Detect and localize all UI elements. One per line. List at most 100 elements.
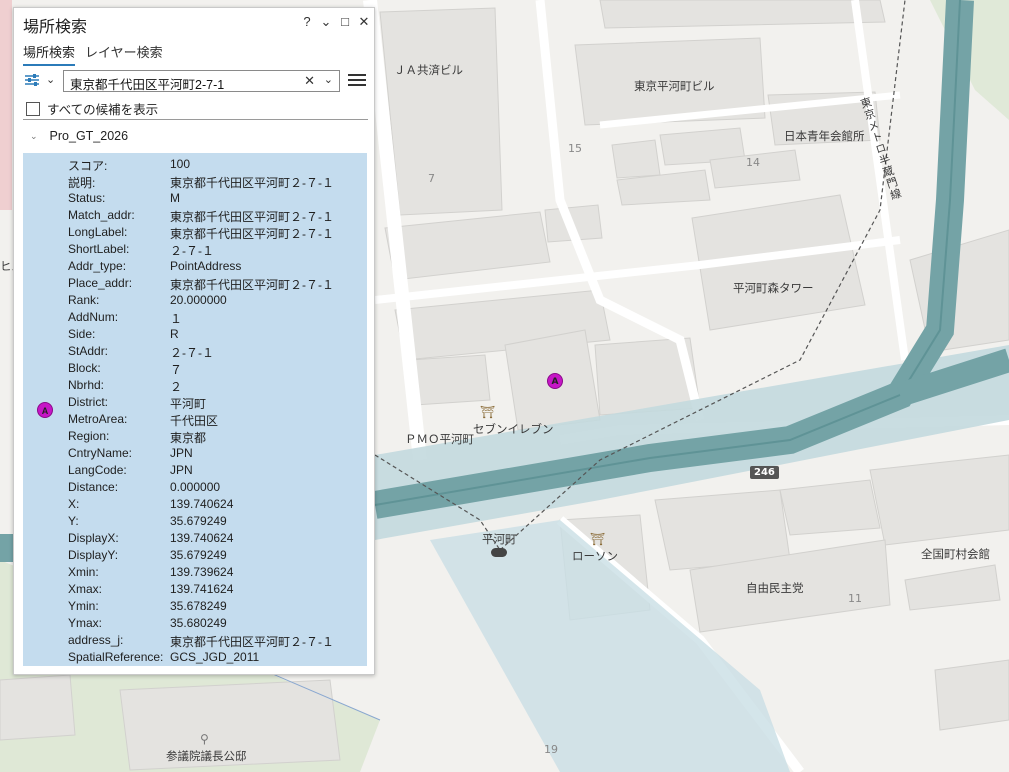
attribute-name: Block:	[68, 361, 101, 375]
attribute-name: Y:	[68, 514, 79, 528]
convenience-store-icon: ⛩	[480, 405, 496, 419]
attribute-value: 東京都	[170, 431, 207, 445]
attribute-name: X:	[68, 497, 80, 511]
maximize-button[interactable]: □	[339, 14, 351, 30]
pane-controls: ? ⌄ □ ✕	[301, 14, 370, 30]
map-label-mori-tower: 平河町森タワー	[733, 281, 814, 295]
map-block-number: 15	[568, 142, 582, 155]
attribute-value: 139.739624	[170, 565, 234, 579]
attribute-value: 35.678249	[170, 599, 227, 613]
clear-search-button[interactable]: ✕	[304, 73, 315, 89]
attribute-value: １	[170, 312, 183, 326]
result-location-pin[interactable]: A	[547, 373, 563, 389]
attribute-name: CntryName:	[68, 446, 133, 460]
map-label-tokyo-hirakawacho-building: 東京平河町ビル	[634, 79, 715, 93]
search-input-value: 東京都千代田区平河町2-7-1	[70, 78, 225, 92]
route-shield: 246	[750, 466, 779, 479]
map-label-hirakawacho-station: 平河町	[482, 532, 517, 546]
attribute-name: MetroArea:	[68, 412, 128, 426]
attribute-name: LangCode:	[68, 463, 127, 477]
map-label-jiminto: 自由民主党	[746, 581, 804, 595]
attribute-value: 千代田区	[170, 414, 219, 428]
search-row: ⌄ 東京都千代田区平河町2-7-1 ✕ ⌄	[23, 69, 368, 95]
map-label-zenkoku: 全国町村会館	[921, 547, 990, 561]
locator-settings-button[interactable]: ⌄	[23, 72, 59, 92]
attribute-value: 東京都千代田区平河町２-７-１	[170, 635, 334, 649]
attribute-name: DisplayX:	[68, 531, 119, 545]
locator-group-header[interactable]: ⌄ Pro_GT_2026	[30, 129, 128, 143]
attribute-name: Place_addr:	[68, 276, 133, 290]
station-icon	[491, 548, 507, 557]
convenience-store-icon: ⛩	[590, 532, 606, 546]
attribute-name: Distance:	[68, 480, 119, 494]
map-label-pmo: ＰＭＯ平河町	[405, 432, 474, 446]
options-button[interactable]: ⌄	[320, 14, 332, 30]
search-history-dropdown[interactable]: ⌄	[324, 73, 333, 86]
attribute-value: 20.000000	[170, 293, 227, 307]
residence-icon: ⚲	[200, 732, 209, 746]
close-button[interactable]: ✕	[358, 14, 370, 30]
hamburger-menu-button[interactable]	[348, 71, 366, 91]
attribute-value: 35.680249	[170, 616, 227, 630]
search-input[interactable]: 東京都千代田区平河町2-7-1 ✕ ⌄	[63, 70, 340, 92]
divider	[23, 119, 368, 120]
attribute-name: SpatialReference:	[68, 650, 164, 664]
attribute-name: スコア:	[68, 159, 108, 173]
attribute-value: 平河町	[170, 397, 207, 411]
attribute-name: Xmax:	[68, 582, 103, 596]
attribute-value: 東京都千代田区平河町２-７-１	[170, 210, 334, 224]
map-label-sangiin: 参議院議長公邸	[166, 749, 247, 763]
attribute-name: Ymax:	[68, 616, 103, 630]
attribute-value: ２	[170, 380, 183, 394]
attribute-value: R	[170, 327, 179, 341]
attribute-value: 東京都千代田区平河町２-７-１	[170, 278, 334, 292]
result-item[interactable]: A スコア: 100 説明: 東京都千代田区平河町２-７-１ Status: M Match…	[23, 153, 367, 666]
attribute-value: 東京都千代田区平河町２-７-１	[170, 176, 334, 190]
map-block-number: 14	[746, 156, 760, 169]
attribute-name: Status:	[68, 191, 106, 205]
pane-tabs: 場所検索 レイヤー検索	[23, 42, 163, 66]
attribute-value: 35.679249	[170, 514, 227, 528]
attribute-name: Rank:	[68, 293, 100, 307]
attribute-value: ２-７-１	[170, 244, 214, 258]
attribute-name: District:	[68, 395, 108, 409]
attribute-value: 139.740624	[170, 531, 234, 545]
attribute-value: JPN	[170, 446, 193, 460]
attribute-name: Side:	[68, 327, 96, 341]
map-block-number: 19	[544, 743, 558, 756]
attribute-name: ShortLabel:	[68, 242, 130, 256]
tab-layer-search[interactable]: レイヤー検索	[85, 42, 163, 66]
attribute-value: ７	[170, 363, 183, 377]
attribute-name: Xmin:	[68, 565, 99, 579]
attribute-value: 35.679249	[170, 548, 227, 562]
attribute-name: StAddr:	[68, 344, 109, 358]
locate-pane: 場所検索 ? ⌄ □ ✕ 場所検索 レイヤー検索 ⌄ 東京都千代田区平河町2-7…	[13, 7, 375, 675]
attribute-value: 139.740624	[170, 497, 234, 511]
attribute-value: M	[170, 191, 180, 205]
map-block-number: 7	[428, 172, 435, 185]
show-all-candidates-checkbox[interactable]	[26, 101, 40, 116]
attribute-name: Region:	[68, 429, 110, 443]
attribute-value: 東京都千代田区平河町２-７-１	[170, 227, 334, 241]
result-marker: A	[37, 402, 53, 418]
pane-title: 場所検索	[23, 19, 88, 36]
attribute-name: Addr_type:	[68, 259, 127, 273]
attribute-name: LongLabel:	[68, 225, 128, 239]
attribute-value: 139.741624	[170, 582, 234, 596]
map-block-number: 11	[848, 592, 862, 605]
help-button[interactable]: ?	[301, 14, 313, 30]
attribute-name: 説明:	[68, 176, 96, 190]
sliders-icon	[25, 74, 39, 86]
locator-group-name: Pro_GT_2026	[49, 129, 129, 143]
attribute-value: PointAddress	[170, 259, 242, 273]
show-all-candidates-option[interactable]: すべての候補を表示	[26, 99, 158, 118]
attribute-value: JPN	[170, 463, 193, 477]
attribute-name: Ymin:	[68, 599, 99, 613]
tab-locate[interactable]: 場所検索	[23, 42, 76, 66]
collapse-chevron-icon[interactable]: ⌄	[30, 131, 38, 142]
chevron-down-icon: ⌄	[46, 74, 56, 86]
show-all-candidates-label: すべての候補を表示	[47, 103, 159, 117]
attribute-name: AddNum:	[68, 310, 119, 324]
map-label-nihon-seinen-kaikan: 日本青年会館所	[784, 129, 865, 143]
map-label-lawson: ローソン	[572, 549, 618, 563]
